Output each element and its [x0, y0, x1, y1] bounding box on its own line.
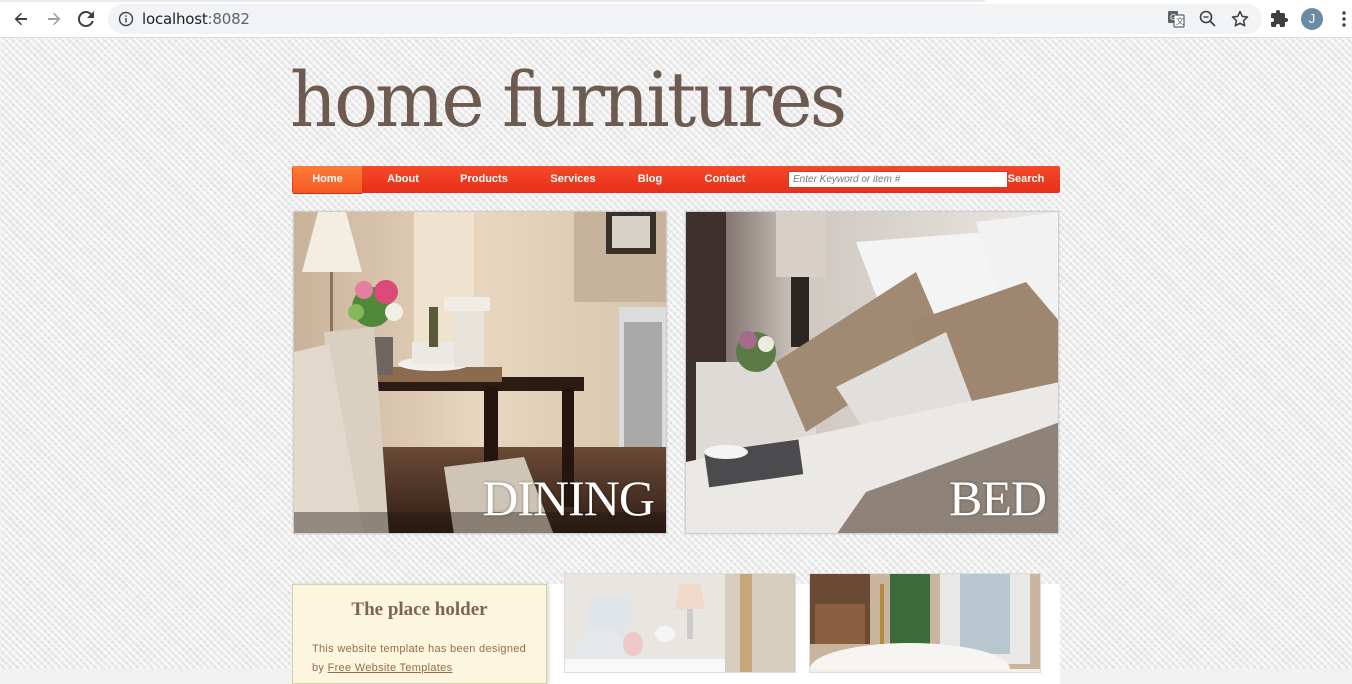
bath-photo	[810, 574, 1040, 672]
placeholder-text: This website template has been designed …	[312, 640, 532, 678]
url-host: localhost	[142, 10, 208, 28]
search-button[interactable]: Search	[1000, 166, 1052, 193]
menu-icon[interactable]	[1336, 10, 1352, 28]
site-logo[interactable]: home furnitures	[290, 60, 847, 140]
nav-services[interactable]: Services	[540, 166, 606, 193]
bed-feature[interactable]: BED	[685, 211, 1059, 534]
bed-caption: BED	[949, 470, 1047, 526]
nav-home[interactable]: Home	[293, 166, 362, 193]
svg-text:文: 文	[1176, 16, 1184, 26]
nav-contact[interactable]: Contact	[694, 166, 756, 193]
extensions-icon[interactable]	[1270, 9, 1290, 29]
dining-feature[interactable]: DINING	[293, 211, 667, 534]
zoom-icon[interactable]	[1198, 9, 1218, 29]
placeholder-box: The place holder This website template h…	[292, 584, 547, 684]
star-icon[interactable]	[1230, 9, 1250, 29]
free-templates-link[interactable]: Free Website Templates	[328, 662, 453, 674]
dining-caption: DINING	[482, 470, 655, 526]
profile-avatar[interactable]: J	[1301, 8, 1323, 30]
nursery-photo	[565, 574, 795, 672]
translate-icon[interactable]: G文	[1166, 9, 1186, 29]
main-navigation: Home About Products Services Blog Contac…	[292, 166, 1060, 193]
nav-blog[interactable]: Blog	[628, 166, 672, 193]
address-bar[interactable]: localhost:8082	[108, 4, 1262, 34]
placeholder-title: The place holder	[351, 599, 488, 620]
loading-bar	[0, 0, 985, 2]
page-viewport: home furnitures Home About Products Serv…	[0, 38, 1352, 684]
url-port: :8082	[207, 10, 250, 28]
search-input[interactable]	[788, 171, 1008, 188]
nav-about[interactable]: About	[372, 166, 434, 193]
browser-toolbar: localhost:8082 G文 J	[0, 0, 1352, 38]
url-text: localhost:8082	[142, 10, 250, 28]
nursery-thumbnail[interactable]	[564, 573, 796, 673]
back-icon[interactable]	[9, 8, 33, 30]
bath-thumbnail[interactable]	[809, 573, 1041, 673]
nav-products[interactable]: Products	[450, 166, 518, 193]
info-icon[interactable]	[118, 11, 134, 27]
reload-icon[interactable]	[74, 8, 98, 30]
forward-icon[interactable]	[42, 8, 66, 30]
